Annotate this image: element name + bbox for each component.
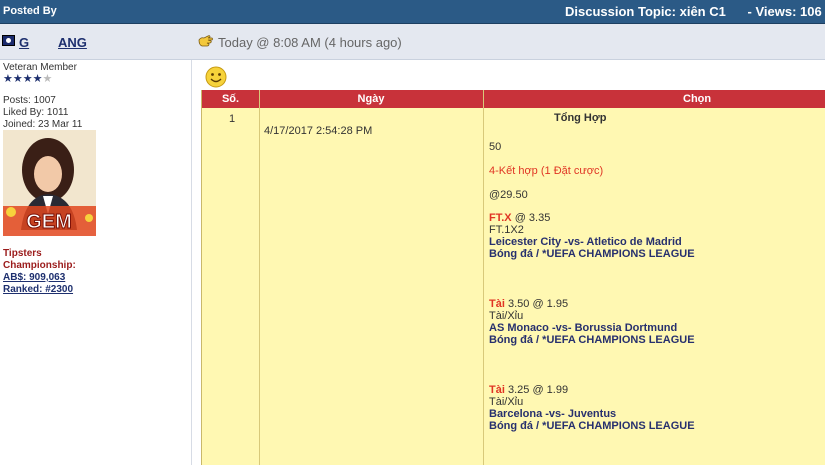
author-sidebar: Veteran Member ★★★★★ Posts: 1007 Liked B… xyxy=(0,60,192,465)
bet-slip-table: Số. Ngày Chọn 1 4/17/2017 2:54:28 PM Tổn… xyxy=(201,90,825,465)
column-header-date: Ngày xyxy=(357,93,385,105)
bet-market: Tài/Xỉu xyxy=(489,310,524,322)
bet-date: 4/17/2017 2:54:28 PM xyxy=(264,125,373,137)
ranked-link[interactable]: Ranked: #2300 xyxy=(3,284,73,295)
column-header-number: Số. xyxy=(221,93,240,105)
post-header-bar: Posted By Discussion Topic: xiên C1 - Vi… xyxy=(0,0,825,24)
liked-by-count: Liked By: 1011 xyxy=(3,107,69,118)
smiley-icon xyxy=(205,66,227,88)
combo-type: 4-Kết hợp (1 Đặt cược) xyxy=(489,165,604,177)
bet-pick-line: Tài 3.50 @ 1.95 xyxy=(489,298,568,310)
stars-empty: ★ xyxy=(42,73,53,85)
bet-match: Leicester City -vs- Atletico de Madrid xyxy=(489,236,682,248)
column-divider xyxy=(483,90,484,465)
post-hand-icon xyxy=(198,35,213,47)
post-author-row: G ANG Today @ 8:08 AM (4 hours ago) xyxy=(0,24,825,60)
svg-text:GEM: GEM xyxy=(26,211,72,233)
championship-label: Championship: xyxy=(3,260,76,271)
bet-odds: @ 1.99 xyxy=(532,384,569,396)
bet-line: 3.50 xyxy=(507,298,530,310)
bet-pick-line: FT.X @ 3.35 xyxy=(489,212,550,224)
posted-by-label: Posted By xyxy=(3,5,57,17)
bet-league: Bóng đá / *UEFA CHAMPIONS LEAGUE xyxy=(489,248,695,260)
abs-balance-link[interactable]: AB$: 909,063 xyxy=(3,272,65,283)
bet-market: Tài/Xỉu xyxy=(489,396,524,408)
tipsters-label: Tipsters xyxy=(3,248,42,259)
bet-market: FT.1X2 xyxy=(489,224,524,236)
post-timestamp: Today @ 8:08 AM (4 hours ago) xyxy=(218,35,402,50)
flag-icon xyxy=(2,35,15,46)
stake-amount: 50 xyxy=(489,141,502,153)
bet-match: Barcelona -vs- Juventus xyxy=(489,408,617,420)
joined-date: Joined: 23 Mar 11 xyxy=(3,119,83,130)
bet-line: 3.25 xyxy=(507,384,530,396)
topic-title[interactable]: Discussion Topic: xiên C1 xyxy=(565,4,726,19)
bet-pick: FT.X xyxy=(489,212,512,224)
bet-odds: @ 1.95 xyxy=(532,298,569,310)
summary-title: Tổng Hợp xyxy=(554,112,607,124)
bet-pick: Tài xyxy=(489,384,505,396)
posts-count: Posts: 1007 xyxy=(3,95,56,106)
rating-stars: ★★★★★ xyxy=(3,72,52,85)
username-link-part1[interactable]: G xyxy=(19,35,29,50)
username-link-part2[interactable]: ANG xyxy=(58,35,87,50)
total-odds: @29.50 xyxy=(489,189,528,201)
column-divider xyxy=(259,90,260,465)
bet-league: Bóng đá / *UEFA CHAMPIONS LEAGUE xyxy=(489,334,695,346)
discussion-topic: Discussion Topic: xiên C1 - Views: 106 xyxy=(565,4,822,19)
bet-pick: Tài xyxy=(489,298,505,310)
row-number: 1 xyxy=(229,113,236,125)
column-header-pick: Chọn xyxy=(683,93,712,105)
bet-odds: @ 3.35 xyxy=(514,212,551,224)
bet-match: AS Monaco -vs- Borussia Dortmund xyxy=(489,322,678,334)
bet-league: Bóng đá / *UEFA CHAMPIONS LEAGUE xyxy=(489,420,695,432)
table-header-row: Số. Ngày Chọn xyxy=(202,90,825,108)
views-count: - Views: 106 xyxy=(747,4,822,19)
bet-pick-line: Tài 3.25 @ 1.99 xyxy=(489,384,568,396)
stars-filled: ★★★★ xyxy=(3,73,43,85)
